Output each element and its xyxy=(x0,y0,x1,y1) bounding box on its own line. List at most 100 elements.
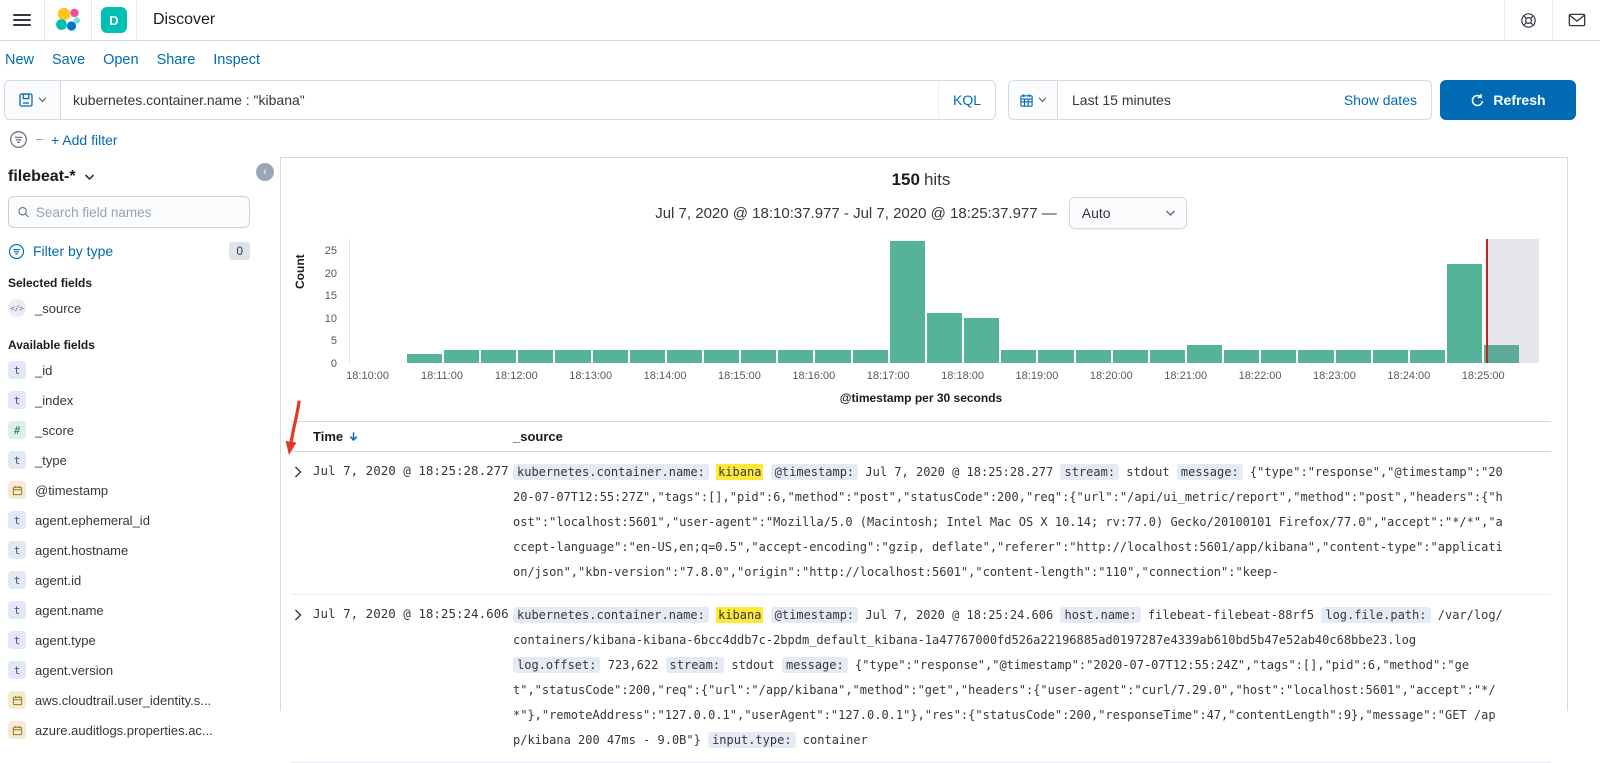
saved-query-button[interactable] xyxy=(4,80,60,120)
search-query-input[interactable]: kubernetes.container.name : "kibana" KQL xyxy=(60,80,996,120)
menu-item-share[interactable]: Share xyxy=(157,52,196,68)
histogram-bar[interactable] xyxy=(1113,350,1148,364)
field-item-@timestamp[interactable]: @timestamp xyxy=(8,476,250,504)
index-pattern-switcher[interactable]: filebeat-* xyxy=(8,166,250,196)
filter-icon[interactable] xyxy=(9,130,28,149)
histogram-bar[interactable] xyxy=(444,350,479,364)
mail-icon[interactable] xyxy=(1553,0,1600,40)
x-tick-label: 18:11:00 xyxy=(421,370,463,382)
add-filter-button[interactable]: + Add filter xyxy=(51,132,118,148)
histogram-bar[interactable] xyxy=(1076,350,1111,364)
field-item-azure.auditlogs.properties.ac...[interactable]: azure.auditlogs.properties.ac... xyxy=(8,716,250,744)
histogram-bar[interactable] xyxy=(778,350,813,364)
histogram-bar[interactable] xyxy=(890,241,925,363)
highlight-mark: kibana xyxy=(716,607,763,623)
calendar-token-icon xyxy=(12,485,23,496)
field-name-badge: input.type: xyxy=(708,732,795,748)
histogram-bar[interactable] xyxy=(1150,350,1185,364)
field-item-_score[interactable]: #_score xyxy=(8,416,250,444)
y-tick-label: 25 xyxy=(325,245,337,257)
field-name-badge: log.file.path: xyxy=(1321,607,1430,623)
menu-item-new[interactable]: New xyxy=(5,52,34,68)
expand-row-toggle[interactable] xyxy=(291,460,313,585)
filter-icon xyxy=(8,243,25,260)
hits-count: 150 xyxy=(892,170,920,189)
histogram-bar[interactable] xyxy=(741,350,776,364)
y-tick-label: 15 xyxy=(325,290,337,302)
expand-row-icon xyxy=(294,466,302,478)
histogram-bar[interactable] xyxy=(667,350,702,364)
field-item-agent.hostname[interactable]: tagent.hostname xyxy=(8,536,250,564)
show-dates-button[interactable]: Show dates xyxy=(1344,92,1431,108)
field-item-agent.ephemeral_id[interactable]: tagent.ephemeral_id xyxy=(8,506,250,534)
field-name-badge: host.name: xyxy=(1060,607,1140,623)
field-item-_id[interactable]: t_id xyxy=(8,356,250,384)
space-badge[interactable]: D xyxy=(101,7,127,33)
histogram-bar[interactable] xyxy=(1336,350,1371,364)
histogram-bar[interactable] xyxy=(481,350,516,364)
help-icon[interactable] xyxy=(1505,0,1552,40)
histogram-bar[interactable] xyxy=(927,313,962,363)
x-tick-label: 18:19:00 xyxy=(1016,370,1059,382)
source-column-header: _source xyxy=(513,429,1551,444)
menu-item-inspect[interactable]: Inspect xyxy=(213,52,260,68)
histogram-bar[interactable] xyxy=(1373,350,1408,364)
field-name-badge: message: xyxy=(782,657,848,673)
field-search-box[interactable] xyxy=(8,196,250,228)
field-type-string-icon: t xyxy=(8,571,26,589)
histogram-bar[interactable] xyxy=(1410,350,1445,364)
time-column-header[interactable]: Time xyxy=(313,429,513,444)
histogram-bar[interactable] xyxy=(1187,345,1222,363)
refresh-button[interactable]: Refresh xyxy=(1440,80,1576,120)
field-name-badge: stream: xyxy=(666,657,725,673)
field-item-_source[interactable]: </>_source xyxy=(8,294,250,322)
field-item-_index[interactable]: t_index xyxy=(8,386,250,414)
histogram-bar[interactable] xyxy=(518,350,553,364)
histogram-bar[interactable] xyxy=(1298,350,1333,364)
menu-hamburger-icon[interactable] xyxy=(0,0,44,40)
histogram-bar[interactable] xyxy=(1224,350,1259,364)
histogram-bar[interactable] xyxy=(964,318,999,363)
histogram-bar[interactable] xyxy=(1261,350,1296,364)
field-type-string-icon: t xyxy=(8,631,26,649)
time-range-value[interactable]: Last 15 minutes xyxy=(1058,92,1344,108)
histogram-bar[interactable] xyxy=(815,350,850,364)
x-tick-label: 18:13:00 xyxy=(569,370,612,382)
field-type-string-icon: t xyxy=(8,391,26,409)
quick-select-button[interactable] xyxy=(1009,81,1058,119)
histogram-bar[interactable] xyxy=(853,350,888,364)
x-tick-label: 18:23:00 xyxy=(1313,370,1356,382)
histogram-bar[interactable] xyxy=(555,350,590,364)
field-name-label: agent.hostname xyxy=(35,543,128,558)
field-name-label: agent.type xyxy=(35,633,96,648)
field-item-_type[interactable]: t_type xyxy=(8,446,250,474)
histogram-bar[interactable] xyxy=(407,354,442,363)
elastic-logo[interactable] xyxy=(45,0,91,40)
y-tick-label: 0 xyxy=(331,358,337,370)
histogram-bar[interactable] xyxy=(1001,350,1036,364)
histogram-bar[interactable] xyxy=(704,350,739,364)
doc-source-cell: kubernetes.container.name: kibana @times… xyxy=(513,603,1551,753)
field-search-input[interactable] xyxy=(36,205,241,220)
chevron-down-icon xyxy=(1165,210,1176,217)
expand-row-icon xyxy=(294,609,302,621)
main-area: filebeat-* Filter by type 0 Selected fie… xyxy=(0,157,1600,710)
query-language-button[interactable]: KQL xyxy=(938,81,995,119)
histogram-bar[interactable] xyxy=(1038,350,1073,364)
space-switcher[interactable]: D xyxy=(92,0,136,40)
field-item-agent.type[interactable]: t agent.type xyxy=(8,626,250,654)
collapse-sidebar-button[interactable]: ‹ xyxy=(256,163,274,181)
histogram-bar[interactable] xyxy=(630,350,665,364)
field-item-agent.name[interactable]: tagent.name xyxy=(8,596,250,624)
menu-item-save[interactable]: Save xyxy=(52,52,85,68)
calendar-token-icon xyxy=(12,725,23,736)
filter-by-type[interactable]: Filter by type 0 xyxy=(8,242,250,260)
field-item-agent.id[interactable]: tagent.id xyxy=(8,566,250,594)
expand-row-toggle[interactable] xyxy=(291,603,313,753)
field-item-agent.version[interactable]: tagent.version xyxy=(8,656,250,684)
interval-select[interactable]: Auto xyxy=(1069,197,1187,229)
menu-item-open[interactable]: Open xyxy=(103,52,138,68)
histogram-bar[interactable] xyxy=(593,350,628,364)
x-axis-title: @timestamp per 30 seconds xyxy=(291,391,1551,405)
histogram-bar[interactable] xyxy=(1447,264,1482,363)
